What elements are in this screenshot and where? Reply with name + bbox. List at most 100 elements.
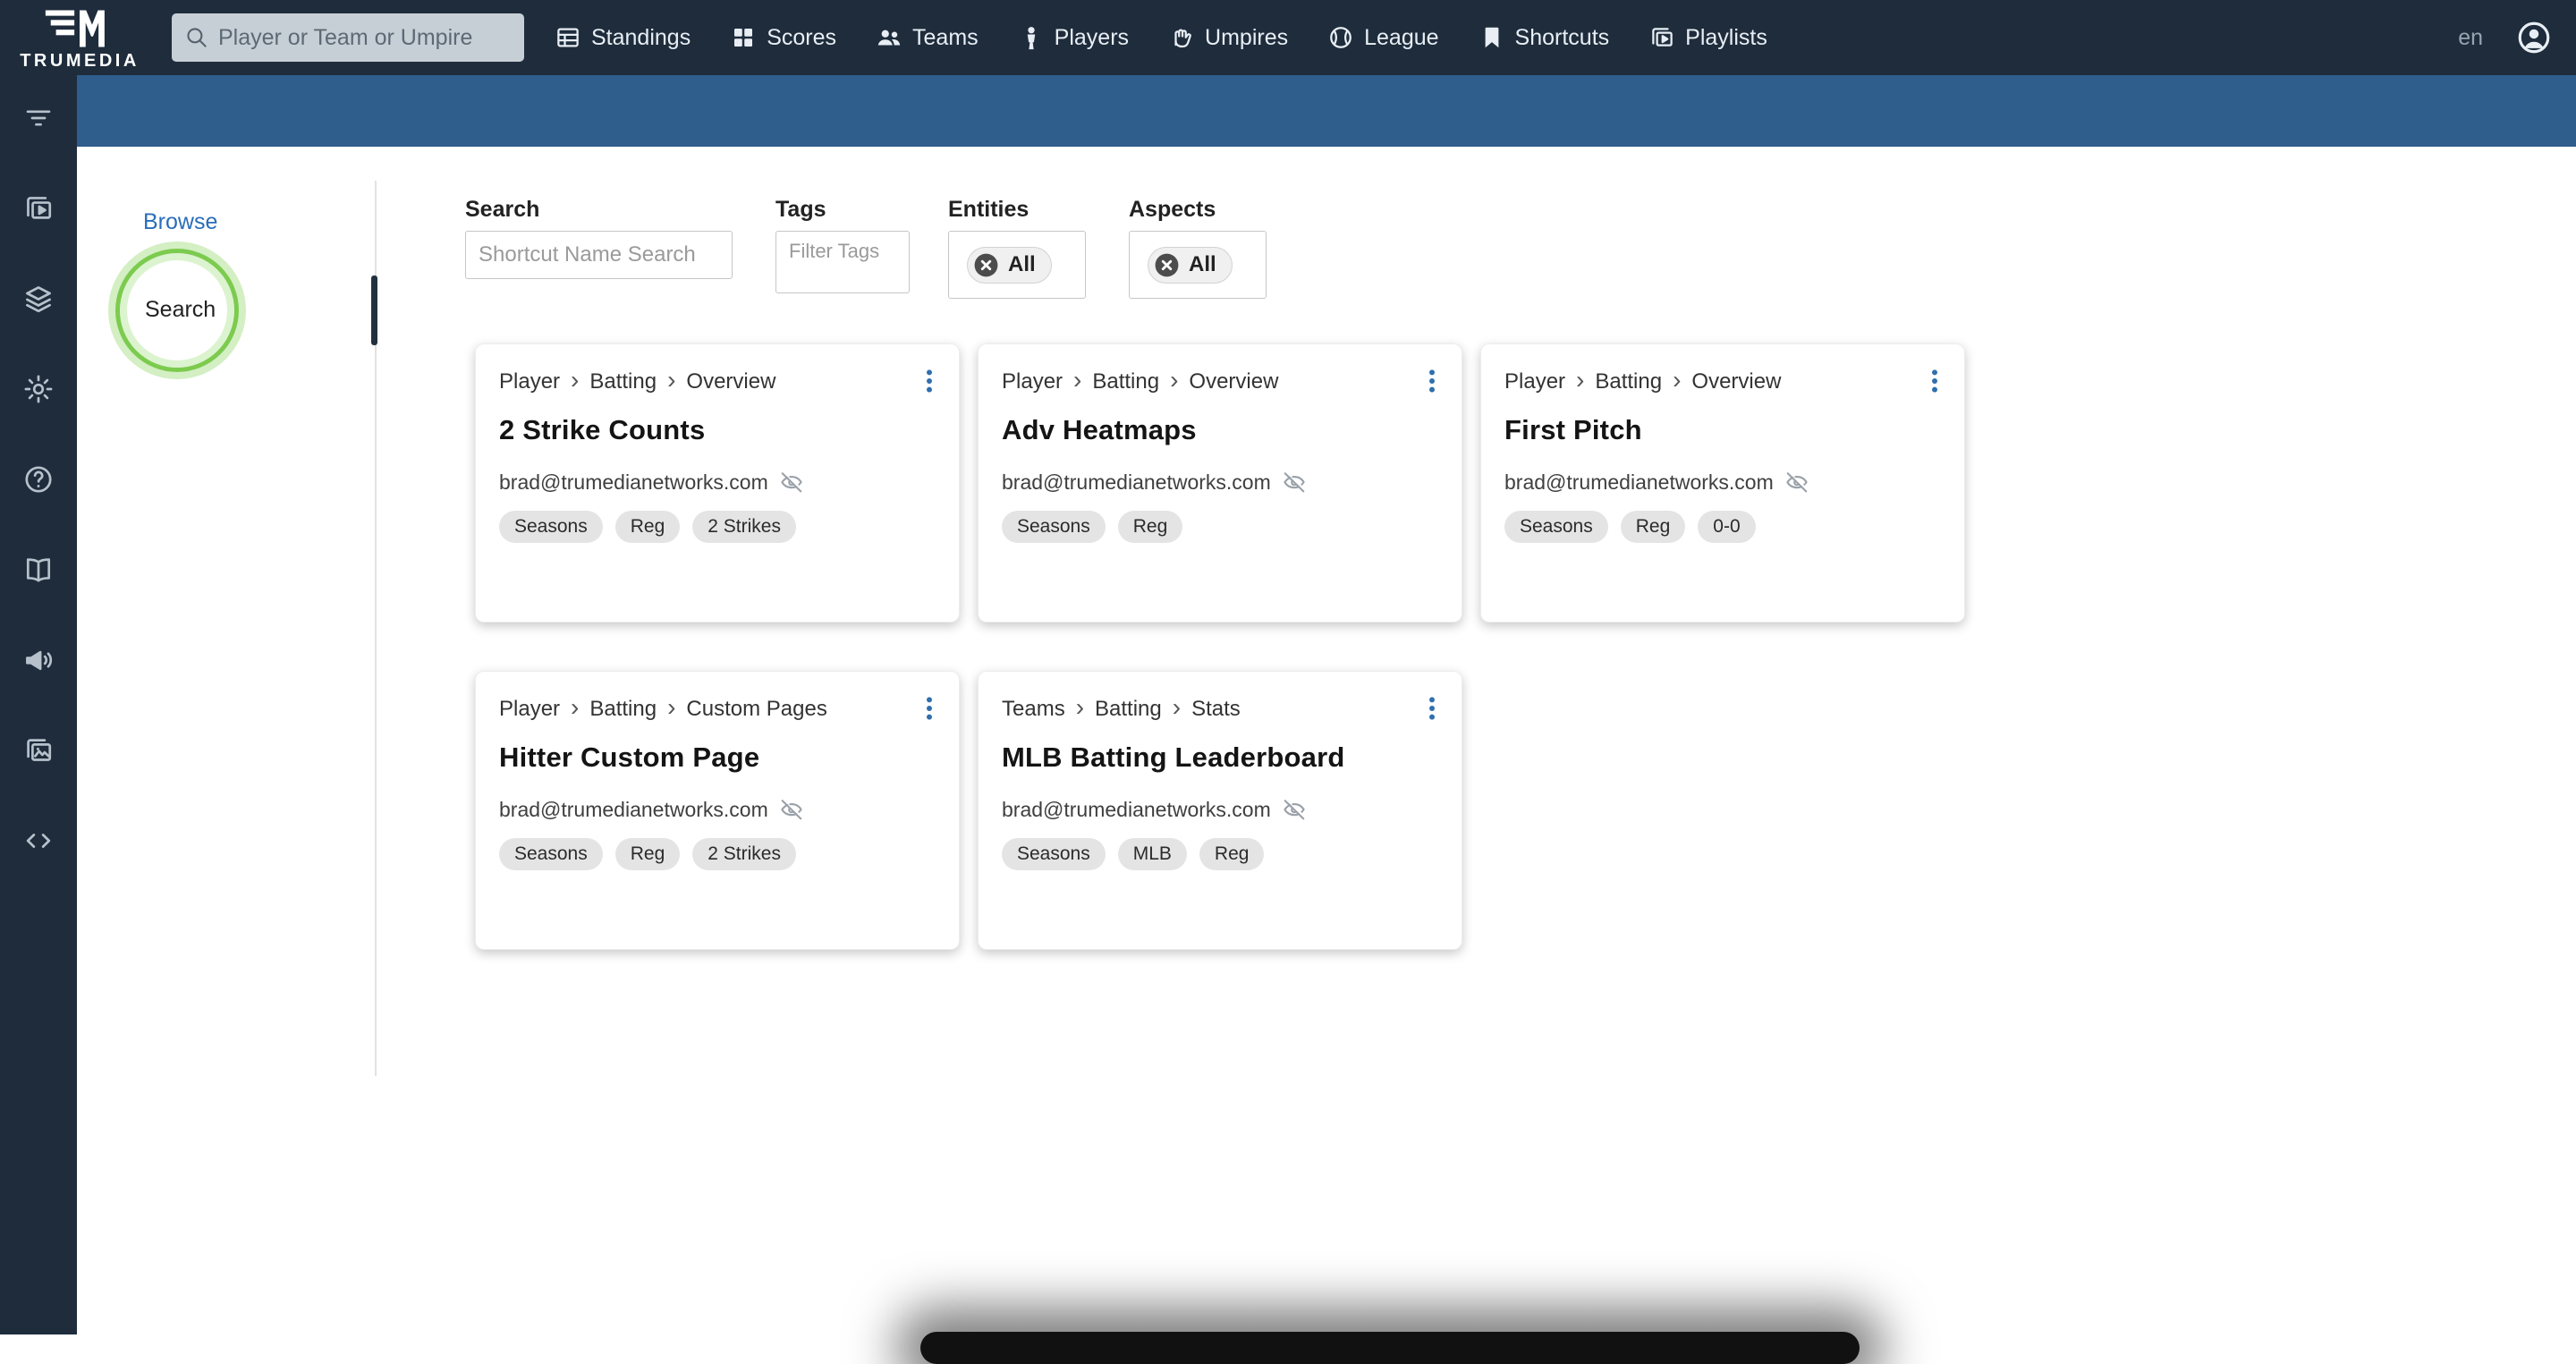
aspects-all-chip[interactable]: All xyxy=(1148,246,1233,284)
kebab-menu-icon[interactable] xyxy=(1417,693,1447,724)
layers-icon xyxy=(22,283,55,315)
breadcrumb-part: Stats xyxy=(1191,697,1241,721)
trumedia-logo[interactable]: TRUMEDIA xyxy=(0,4,159,72)
card-breadcrumb: Player › Batting › Custom Pages xyxy=(499,695,936,724)
tag-pill: MLB xyxy=(1117,838,1187,870)
nav-label: Teams xyxy=(912,24,979,50)
breadcrumb-part: Player xyxy=(499,369,561,394)
chevron-right-icon: › xyxy=(1172,693,1182,721)
nav-label: Umpires xyxy=(1205,24,1289,50)
chevron-right-icon: › xyxy=(1576,366,1585,394)
nav-item-players[interactable]: Players xyxy=(1018,24,1129,51)
tag-pill: Reg xyxy=(614,838,681,870)
code-icon xyxy=(22,825,55,857)
search-link[interactable]: Search xyxy=(145,297,216,323)
card-owner-row: brad@trumedianetworks.com xyxy=(1504,470,1941,495)
tag-pill: Seasons xyxy=(499,838,603,870)
aspects-filter-box[interactable]: All xyxy=(1129,231,1267,299)
card-owner-row: brad@trumedianetworks.com xyxy=(499,797,936,822)
tag-pill: Reg xyxy=(1199,838,1265,870)
entities-filter-label: Entities xyxy=(948,197,1030,222)
sidebar-book[interactable] xyxy=(17,548,60,591)
chevron-right-icon: › xyxy=(1075,693,1085,721)
kebab-menu-icon[interactable] xyxy=(914,693,945,724)
owner-email: brad@trumedianetworks.com xyxy=(1002,470,1271,494)
nav-item-standings[interactable]: Standings xyxy=(555,24,691,51)
chip-label: All xyxy=(1008,252,1036,276)
tags-filter-label: Tags xyxy=(775,197,826,222)
book-icon xyxy=(22,554,55,586)
nav-item-scores[interactable]: Scores xyxy=(730,24,836,51)
chevron-right-icon: › xyxy=(571,366,580,394)
global-search-input[interactable] xyxy=(218,24,512,51)
breadcrumb-part: Overview xyxy=(1691,369,1782,394)
breadcrumb-part: Batting xyxy=(589,697,657,721)
teams-icon xyxy=(876,24,902,51)
kebab-menu-icon[interactable] xyxy=(1417,366,1447,396)
sidebar-help[interactable] xyxy=(17,458,60,501)
entities-filter-box[interactable]: All xyxy=(948,231,1086,299)
breadcrumb-part: Batting xyxy=(1095,697,1162,721)
tags-filter-input[interactable] xyxy=(789,240,896,263)
top-navigation-bar: TRUMEDIA Standings Scores Teams Players Umpi… xyxy=(0,0,2576,75)
shortcut-name-search-field[interactable] xyxy=(465,231,733,279)
global-search[interactable] xyxy=(172,13,524,62)
gallery-icon xyxy=(22,734,55,767)
card-title: Adv Heatmaps xyxy=(1002,414,1197,445)
megaphone-icon xyxy=(22,644,55,676)
sidebar-gallery[interactable] xyxy=(17,729,60,772)
kebab-menu-icon[interactable] xyxy=(914,366,945,396)
scores-icon xyxy=(730,24,757,51)
league-icon xyxy=(1327,24,1354,51)
tags-filter-field[interactable] xyxy=(775,231,910,293)
breadcrumb-part: Custom Pages xyxy=(686,697,827,721)
chevron-right-icon: › xyxy=(571,693,580,721)
browse-link[interactable]: Browse xyxy=(143,209,217,235)
nav-item-league[interactable]: League xyxy=(1327,24,1439,51)
shortcut-card[interactable]: Teams › Batting › Stats MLB Batting Leaderboa… xyxy=(978,671,1462,950)
entities-all-chip[interactable]: All xyxy=(967,246,1052,284)
card-tags: Seasons MLB Reg xyxy=(1002,838,1438,870)
sidebar-video-playlist[interactable] xyxy=(17,187,60,230)
card-title: First Pitch xyxy=(1504,414,1642,445)
video-playlist-icon xyxy=(22,192,55,225)
remove-chip-icon[interactable] xyxy=(1153,251,1181,279)
remove-chip-icon[interactable] xyxy=(972,251,1000,279)
trumedia-logo-icon xyxy=(45,9,114,48)
chevron-right-icon: › xyxy=(1073,366,1082,394)
filter-icon xyxy=(22,102,55,134)
breadcrumb-part: Overview xyxy=(1189,369,1279,394)
owner-email: brad@trumedianetworks.com xyxy=(499,470,768,494)
nav-item-shortcuts[interactable]: Shortcuts xyxy=(1479,24,1609,51)
shortcut-card[interactable]: Player › Batting › Overview Adv Heatmaps brad@… xyxy=(978,343,1462,623)
card-breadcrumb: Player › Batting › Overview xyxy=(499,368,936,396)
topbar-right: en xyxy=(2458,19,2576,56)
shortcut-card[interactable]: Player › Batting › Overview First Pitch brad@t… xyxy=(1480,343,1965,623)
breadcrumb-part: Overview xyxy=(686,369,776,394)
account-icon[interactable] xyxy=(2515,19,2553,56)
shortcut-card[interactable]: Player › Batting › Custom Pages Hitter Custom… xyxy=(475,671,960,950)
card-tags: Seasons Reg 2 Strikes xyxy=(499,838,936,870)
kebab-menu-icon[interactable] xyxy=(1919,366,1950,396)
language-selector[interactable]: en xyxy=(2458,25,2483,51)
sidebar-layers[interactable] xyxy=(17,277,60,320)
sidebar-filter[interactable] xyxy=(17,97,60,140)
sidebar-code[interactable] xyxy=(17,819,60,862)
nav-item-umpires[interactable]: Umpires xyxy=(1168,24,1288,51)
nav-item-teams[interactable]: Teams xyxy=(876,24,979,51)
sidebar-megaphone[interactable] xyxy=(17,639,60,682)
sidebar-settings[interactable] xyxy=(17,368,60,411)
eye-off-icon xyxy=(1282,797,1307,822)
page-header-bar xyxy=(77,75,2576,147)
shortcut-card[interactable]: Player › Batting › Overview 2 Strike Counts br… xyxy=(475,343,960,623)
tag-pill: Reg xyxy=(1620,511,1686,543)
search-icon xyxy=(184,25,209,50)
shortcut-name-search-input[interactable] xyxy=(479,242,719,267)
chevron-right-icon: › xyxy=(667,366,676,394)
scrollbar-thumb[interactable] xyxy=(371,275,377,345)
bottom-sheet-shadow xyxy=(920,1332,1860,1364)
help-icon xyxy=(22,463,55,496)
nav-label: League xyxy=(1364,24,1439,50)
nav-item-playlists[interactable]: Playlists xyxy=(1648,24,1767,51)
playlists-icon xyxy=(1648,24,1675,51)
